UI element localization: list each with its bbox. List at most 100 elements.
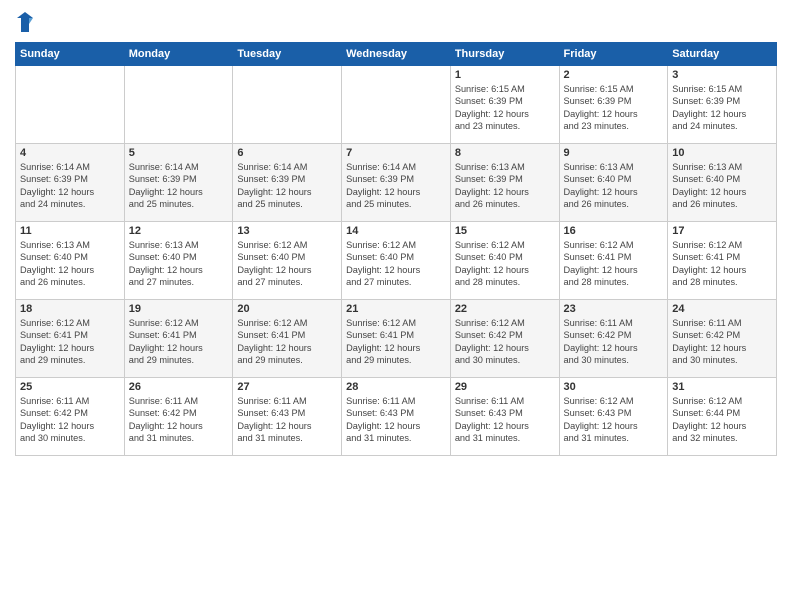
logo <box>15 10 39 34</box>
column-header-thursday: Thursday <box>450 43 559 66</box>
day-number: 20 <box>237 303 337 315</box>
day-info: Sunrise: 6:12 AM Sunset: 6:41 PM Dayligh… <box>346 317 446 367</box>
column-header-friday: Friday <box>559 43 668 66</box>
day-number: 27 <box>237 381 337 393</box>
calendar-cell: 29 Sunrise: 6:11 AM Sunset: 6:43 PM Dayli… <box>450 378 559 456</box>
day-info: Sunrise: 6:12 AM Sunset: 6:41 PM Dayligh… <box>237 317 337 367</box>
day-number: 24 <box>672 303 772 315</box>
calendar-week-1: 1 Sunrise: 6:15 AM Sunset: 6:39 PM Daylig… <box>16 66 777 144</box>
column-header-wednesday: Wednesday <box>342 43 451 66</box>
day-info: Sunrise: 6:12 AM Sunset: 6:40 PM Dayligh… <box>237 239 337 289</box>
day-number: 15 <box>455 225 555 237</box>
day-info: Sunrise: 6:11 AM Sunset: 6:43 PM Dayligh… <box>455 395 555 445</box>
calendar-cell: 3 Sunrise: 6:15 AM Sunset: 6:39 PM Daylig… <box>668 66 777 144</box>
day-number: 26 <box>129 381 229 393</box>
calendar-cell: 7 Sunrise: 6:14 AM Sunset: 6:39 PM Daylig… <box>342 144 451 222</box>
day-info: Sunrise: 6:12 AM Sunset: 6:41 PM Dayligh… <box>564 239 664 289</box>
day-number: 9 <box>564 147 664 159</box>
column-header-monday: Monday <box>124 43 233 66</box>
calendar-week-2: 4 Sunrise: 6:14 AM Sunset: 6:39 PM Daylig… <box>16 144 777 222</box>
calendar-cell: 6 Sunrise: 6:14 AM Sunset: 6:39 PM Daylig… <box>233 144 342 222</box>
day-info: Sunrise: 6:14 AM Sunset: 6:39 PM Dayligh… <box>20 161 120 211</box>
calendar-table: SundayMondayTuesdayWednesdayThursdayFrid… <box>15 42 777 456</box>
calendar-cell: 4 Sunrise: 6:14 AM Sunset: 6:39 PM Daylig… <box>16 144 125 222</box>
calendar-cell <box>233 66 342 144</box>
day-number: 6 <box>237 147 337 159</box>
day-number: 31 <box>672 381 772 393</box>
calendar-week-4: 18 Sunrise: 6:12 AM Sunset: 6:41 PM Dayli… <box>16 300 777 378</box>
day-number: 13 <box>237 225 337 237</box>
day-info: Sunrise: 6:12 AM Sunset: 6:44 PM Dayligh… <box>672 395 772 445</box>
column-header-sunday: Sunday <box>16 43 125 66</box>
calendar-cell: 9 Sunrise: 6:13 AM Sunset: 6:40 PM Daylig… <box>559 144 668 222</box>
day-number: 19 <box>129 303 229 315</box>
calendar-cell: 21 Sunrise: 6:12 AM Sunset: 6:41 PM Dayli… <box>342 300 451 378</box>
day-info: Sunrise: 6:14 AM Sunset: 6:39 PM Dayligh… <box>129 161 229 211</box>
calendar-cell: 11 Sunrise: 6:13 AM Sunset: 6:40 PM Dayli… <box>16 222 125 300</box>
day-number: 3 <box>672 69 772 81</box>
day-number: 11 <box>20 225 120 237</box>
calendar-cell: 18 Sunrise: 6:12 AM Sunset: 6:41 PM Dayli… <box>16 300 125 378</box>
day-info: Sunrise: 6:12 AM Sunset: 6:41 PM Dayligh… <box>129 317 229 367</box>
logo-icon <box>15 10 35 34</box>
calendar-cell: 25Sunrise: 6:11 AM Sunset: 6:42 PM Dayli… <box>16 378 125 456</box>
day-number: 14 <box>346 225 446 237</box>
day-info: Sunrise: 6:12 AM Sunset: 6:41 PM Dayligh… <box>20 317 120 367</box>
day-info: Sunrise: 6:11 AM Sunset: 6:43 PM Dayligh… <box>237 395 337 445</box>
calendar-cell: 12Sunrise: 6:13 AM Sunset: 6:40 PM Dayli… <box>124 222 233 300</box>
day-info: Sunrise: 6:15 AM Sunset: 6:39 PM Dayligh… <box>455 83 555 133</box>
day-number: 8 <box>455 147 555 159</box>
calendar-week-5: 25Sunrise: 6:11 AM Sunset: 6:42 PM Dayli… <box>16 378 777 456</box>
calendar-cell: 26 Sunrise: 6:11 AM Sunset: 6:42 PM Dayli… <box>124 378 233 456</box>
calendar-cell: 1 Sunrise: 6:15 AM Sunset: 6:39 PM Daylig… <box>450 66 559 144</box>
day-info: Sunrise: 6:12 AM Sunset: 6:41 PM Dayligh… <box>672 239 772 289</box>
calendar-cell: 19 Sunrise: 6:12 AM Sunset: 6:41 PM Dayli… <box>124 300 233 378</box>
day-number: 5 <box>129 147 229 159</box>
day-number: 10 <box>672 147 772 159</box>
day-number: 16 <box>564 225 664 237</box>
day-number: 2 <box>564 69 664 81</box>
day-info: Sunrise: 6:12 AM Sunset: 6:42 PM Dayligh… <box>455 317 555 367</box>
day-info: Sunrise: 6:11 AM Sunset: 6:42 PM Dayligh… <box>672 317 772 367</box>
header <box>15 10 777 34</box>
calendar-cell: 30Sunrise: 6:12 AM Sunset: 6:43 PM Dayli… <box>559 378 668 456</box>
day-number: 12 <box>129 225 229 237</box>
day-number: 7 <box>346 147 446 159</box>
calendar-cell: 8 Sunrise: 6:13 AM Sunset: 6:39 PM Daylig… <box>450 144 559 222</box>
calendar-cell <box>342 66 451 144</box>
calendar-cell: 17 Sunrise: 6:12 AM Sunset: 6:41 PM Dayli… <box>668 222 777 300</box>
day-info: Sunrise: 6:15 AM Sunset: 6:39 PM Dayligh… <box>672 83 772 133</box>
day-info: Sunrise: 6:13 AM Sunset: 6:40 PM Dayligh… <box>564 161 664 211</box>
day-number: 1 <box>455 69 555 81</box>
day-info: Sunrise: 6:15 AM Sunset: 6:39 PM Dayligh… <box>564 83 664 133</box>
calendar-cell: 2 Sunrise: 6:15 AM Sunset: 6:39 PM Daylig… <box>559 66 668 144</box>
day-info: Sunrise: 6:11 AM Sunset: 6:43 PM Dayligh… <box>346 395 446 445</box>
calendar-cell: 15 Sunrise: 6:12 AM Sunset: 6:40 PM Dayli… <box>450 222 559 300</box>
calendar-cell: 13 Sunrise: 6:12 AM Sunset: 6:40 PM Dayli… <box>233 222 342 300</box>
day-number: 29 <box>455 381 555 393</box>
day-number: 21 <box>346 303 446 315</box>
calendar-cell: 28Sunrise: 6:11 AM Sunset: 6:43 PM Dayli… <box>342 378 451 456</box>
calendar-week-3: 11 Sunrise: 6:13 AM Sunset: 6:40 PM Dayli… <box>16 222 777 300</box>
day-number: 17 <box>672 225 772 237</box>
day-info: Sunrise: 6:12 AM Sunset: 6:40 PM Dayligh… <box>346 239 446 289</box>
day-info: Sunrise: 6:11 AM Sunset: 6:42 PM Dayligh… <box>564 317 664 367</box>
day-info: Sunrise: 6:14 AM Sunset: 6:39 PM Dayligh… <box>237 161 337 211</box>
day-number: 18 <box>20 303 120 315</box>
calendar-cell: 20 Sunrise: 6:12 AM Sunset: 6:41 PM Dayli… <box>233 300 342 378</box>
day-info: Sunrise: 6:13 AM Sunset: 6:40 PM Dayligh… <box>20 239 120 289</box>
calendar-cell <box>16 66 125 144</box>
day-info: Sunrise: 6:14 AM Sunset: 6:39 PM Dayligh… <box>346 161 446 211</box>
day-info: Sunrise: 6:11 AM Sunset: 6:42 PM Dayligh… <box>129 395 229 445</box>
column-header-tuesday: Tuesday <box>233 43 342 66</box>
column-header-saturday: Saturday <box>668 43 777 66</box>
calendar-cell: 23Sunrise: 6:11 AM Sunset: 6:42 PM Dayli… <box>559 300 668 378</box>
day-number: 4 <box>20 147 120 159</box>
calendar-cell: 10Sunrise: 6:13 AM Sunset: 6:40 PM Dayli… <box>668 144 777 222</box>
day-number: 22 <box>455 303 555 315</box>
calendar-cell: 22 Sunrise: 6:12 AM Sunset: 6:42 PM Dayli… <box>450 300 559 378</box>
calendar-cell: 24 Sunrise: 6:11 AM Sunset: 6:42 PM Dayli… <box>668 300 777 378</box>
day-info: Sunrise: 6:12 AM Sunset: 6:40 PM Dayligh… <box>455 239 555 289</box>
day-info: Sunrise: 6:13 AM Sunset: 6:39 PM Dayligh… <box>455 161 555 211</box>
calendar-cell <box>124 66 233 144</box>
